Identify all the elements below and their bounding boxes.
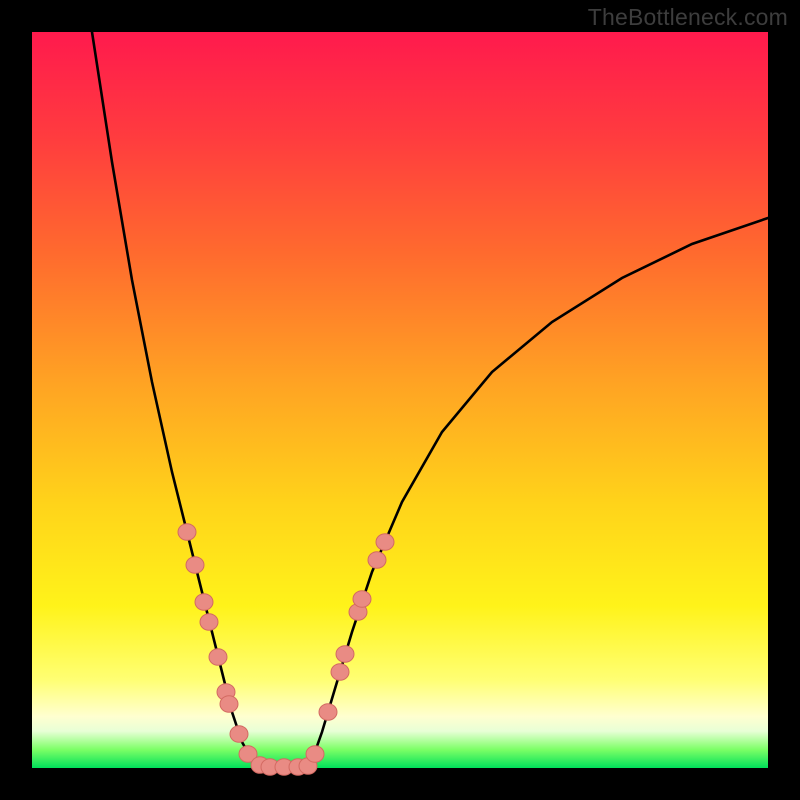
plot-area (32, 32, 768, 768)
chart-frame: TheBottleneck.com (0, 0, 800, 800)
curve-layer (32, 32, 768, 768)
data-dot (195, 594, 213, 611)
data-dot (306, 746, 324, 763)
data-dot (209, 649, 227, 666)
data-dot (336, 646, 354, 663)
data-dot (230, 726, 248, 743)
data-dot (353, 591, 371, 608)
data-dots (178, 524, 394, 776)
bottleneck-curve (92, 32, 768, 767)
data-dot (220, 696, 238, 713)
data-dot (319, 704, 337, 721)
data-dot (200, 614, 218, 631)
data-dot (186, 557, 204, 574)
watermark-text: TheBottleneck.com (588, 4, 788, 31)
data-dot (331, 664, 349, 681)
data-dot (178, 524, 196, 541)
data-dot (368, 552, 386, 569)
data-dot (376, 534, 394, 551)
